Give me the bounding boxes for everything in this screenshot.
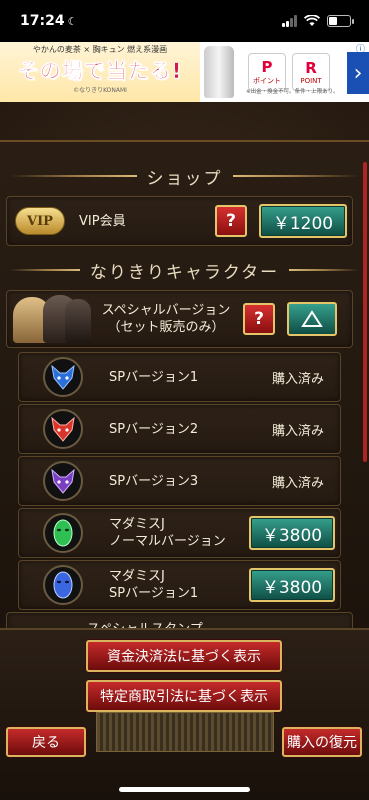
madamis-normal-line1: マダミスJ [109, 517, 165, 532]
purchased-status: 購入済み [271, 371, 324, 387]
rpoint-logo: R POINT [292, 53, 330, 91]
decorative-stripe [96, 712, 274, 752]
scrollbar[interactable] [363, 162, 367, 462]
madamis-normal-line2: ノーマルバージョン [109, 534, 226, 549]
status-bar: 17:24 ☾ [0, 0, 369, 42]
fox-mask-icon [43, 357, 83, 397]
characters-title: なりきりキャラクター [89, 262, 280, 283]
item-label: SPバージョン2 [109, 421, 199, 437]
fox-mask-icon [43, 461, 83, 501]
ad-small-text: やかんの麦茶 × 胸キュン 燃え系漫画 [32, 45, 168, 54]
madamis-sp1-price-button[interactable]: ￥3800 [249, 568, 335, 602]
purchased-status: 購入済み [271, 423, 324, 439]
list-item: マダミスJ ノーマルバージョン ￥3800 [18, 508, 341, 558]
shop-title: ショップ [146, 168, 223, 189]
fox-mask-icon [43, 409, 83, 449]
special-version-row: スペシャルバージョン （セット販売のみ） ? [6, 290, 353, 348]
green-mask-icon [43, 513, 83, 553]
triangle-up-icon [301, 310, 323, 327]
character-portraits [13, 293, 91, 345]
shop-section-header: ショップ [0, 162, 369, 190]
special-label-line1: スペシャルバージョン [101, 303, 231, 318]
special-help-button[interactable]: ? [243, 303, 275, 335]
list-item: SPバージョン3 購入済み [18, 456, 341, 506]
battery-icon [327, 15, 354, 27]
ad-headline: その場で当たる! [17, 59, 183, 84]
item-label: SPバージョン3 [109, 473, 199, 489]
special-label-line2: （セット販売のみ） [107, 320, 225, 335]
ad-note: ※出金・換金不可。条件・上限あり。 [246, 89, 339, 95]
special-expand-button[interactable] [287, 302, 337, 336]
list-item: SPバージョン2 購入済み [18, 404, 341, 454]
commercial-transactions-button[interactable]: 特定商取引法に基づく表示 [86, 680, 282, 712]
list-item: マダミスJ SPバージョン1 ￥3800 [18, 560, 341, 610]
home-indicator [119, 787, 250, 792]
vip-badge-icon: VIP [15, 207, 65, 235]
vip-price-button[interactable]: ￥1200 [259, 204, 347, 238]
wifi-icon [304, 15, 320, 26]
ad-tiny-text: ©なりきりKONAMI [73, 87, 127, 94]
tea-bottle-image [204, 46, 234, 98]
restore-purchase-button[interactable]: 購入の復元 [282, 727, 362, 757]
vip-row: VIP VIP会員 ? ￥1200 [6, 196, 353, 246]
madamis-sp1-line1: マダミスJ [109, 569, 165, 584]
point-logo: P ポイント [248, 53, 286, 91]
cellular-signal-icon [282, 15, 297, 27]
list-item: SPバージョン1 購入済み [18, 352, 341, 402]
moon-icon: ☾ [67, 14, 78, 28]
vip-label: VIP会員 [79, 213, 126, 229]
back-button[interactable]: 戻る [6, 727, 86, 757]
purchased-status: 購入済み [271, 475, 324, 491]
ad-creative[interactable]: やかんの麦茶 × 胸キュン 燃え系漫画 その場で当たる! ©なりきりKONAMI [0, 42, 200, 102]
vip-help-button[interactable]: ? [215, 205, 247, 237]
madamis-normal-price-button[interactable]: ￥3800 [249, 516, 335, 550]
madamis-sp1-line2: SPバージョン1 [109, 586, 199, 601]
status-time: 17:24 [20, 13, 65, 29]
blue-mask-icon [43, 565, 83, 605]
ad-arrow-icon[interactable]: › [347, 52, 369, 94]
ad-banner[interactable]: やかんの麦茶 × 胸キュン 燃え系漫画 その場で当たる! ©なりきりKONAMI… [0, 42, 369, 102]
fund-settlement-button[interactable]: 資金決済法に基づく表示 [86, 640, 282, 672]
characters-section-header: なりきりキャラクター [0, 256, 369, 284]
item-label: SPバージョン1 [109, 369, 199, 385]
